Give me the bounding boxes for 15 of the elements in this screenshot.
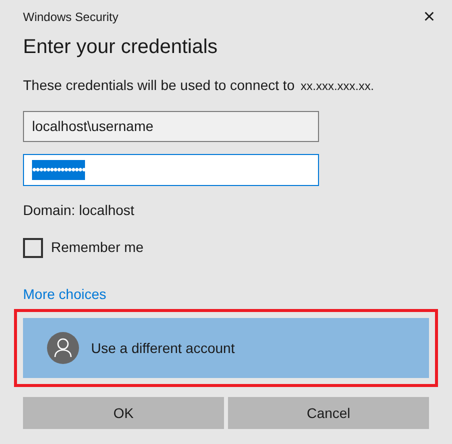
window-title: Windows Security [23, 9, 118, 26]
close-button[interactable]: × [419, 7, 439, 27]
account-option[interactable]: Use a different account [23, 318, 429, 378]
domain-text: Domain: localhost [23, 201, 136, 220]
remember-checkbox[interactable] [23, 238, 43, 258]
dialog-button[interactable]: OK [23, 397, 224, 429]
dialog-button[interactable]: Cancel [228, 397, 429, 429]
username-field[interactable]: localhost\username [23, 111, 319, 142]
more-choices-link[interactable]: More choices [23, 284, 106, 305]
dialog-heading: Enter your credentials [23, 35, 219, 60]
user-icon [47, 332, 79, 364]
description-text: These credentials will be used to connect to [23, 76, 295, 95]
password-field[interactable]: ••••••••••••••• [23, 154, 319, 186]
checkbox-label: Remember me [51, 238, 144, 257]
server-address: xx.xxx.xxx.xx. [300, 78, 374, 95]
